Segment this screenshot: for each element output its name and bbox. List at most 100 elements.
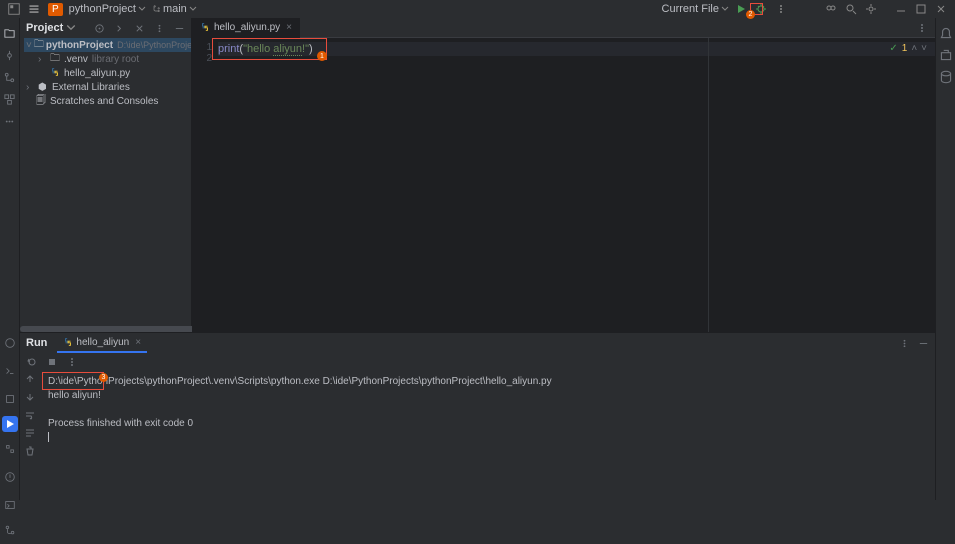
- scratch-label: Scratches and Consoles: [50, 96, 158, 107]
- minimize-icon[interactable]: [894, 2, 908, 16]
- services-icon[interactable]: [2, 391, 18, 407]
- run-config-selector[interactable]: Current File: [662, 3, 729, 15]
- warning-count: 1: [902, 42, 908, 56]
- close-window-icon[interactable]: [934, 2, 948, 16]
- tree-root-row[interactable]: ˅🗀 pythonProject D:\ide\PythonProjects\p…: [24, 38, 191, 52]
- hide-tool-icon[interactable]: [174, 23, 185, 34]
- run-tab[interactable]: hello_aliyun ×: [57, 333, 147, 353]
- run-tool-window: Run hello_aliyun ×: [20, 332, 935, 500]
- database-tool-icon[interactable]: [938, 69, 954, 85]
- clear-all-icon[interactable]: [24, 445, 36, 457]
- git-icon[interactable]: [2, 522, 18, 538]
- commit-tool-icon[interactable]: [2, 47, 18, 63]
- project-name-label: pythonProject: [69, 3, 136, 15]
- editor-tab[interactable]: hello_aliyun.py ×: [192, 18, 300, 38]
- pull-requests-icon[interactable]: [2, 69, 18, 85]
- select-opened-file-icon[interactable]: [94, 23, 105, 34]
- run-left-rail: [20, 371, 40, 500]
- editor-tabs: hello_aliyun.py ×: [192, 18, 935, 38]
- right-toolwindow-rail: [935, 18, 955, 500]
- project-tool-header: Project: [20, 18, 191, 38]
- run-tool-rail-icon[interactable]: [2, 416, 18, 432]
- stop-icon[interactable]: [46, 356, 58, 368]
- right-margin-guide: [708, 38, 709, 332]
- code-editor[interactable]: print("hello aliyun!") ✓ 1 ˄ ˅: [218, 38, 935, 332]
- title-bar: P pythonProject main Current File: [0, 0, 955, 18]
- line-number: 1: [192, 42, 212, 53]
- chevron-down-icon[interactable]: ˅: [921, 42, 927, 56]
- console-cursor: [48, 432, 49, 442]
- editor-more-icon[interactable]: [915, 21, 929, 35]
- console-command-line: D:\ide\PythonProjects\pythonProject\.ven…: [48, 375, 927, 389]
- inspection-widget[interactable]: ✓ 1 ˄ ˅: [889, 42, 927, 56]
- collapse-all-icon[interactable]: [134, 23, 145, 34]
- down-arrow-icon[interactable]: [24, 391, 36, 403]
- extlib-label: External Libraries: [52, 82, 130, 93]
- annotation-badge-2: 2: [746, 10, 755, 19]
- tree-venv-row[interactable]: ›🗀 .venv library root: [24, 52, 191, 66]
- tree-scratch-row[interactable]: 🗐 Scratches and Consoles: [24, 94, 191, 108]
- ai-assistant-icon[interactable]: [938, 47, 954, 63]
- rerun-icon[interactable]: [26, 356, 38, 368]
- search-icon[interactable]: [844, 2, 858, 16]
- scroll-to-end-icon[interactable]: [24, 427, 36, 439]
- root-label: pythonProject: [46, 40, 113, 51]
- code-with-me-icon[interactable]: [824, 2, 838, 16]
- run-tool-options-icon[interactable]: [899, 338, 910, 349]
- console-stdout-line: hello aliyun!: [48, 389, 927, 403]
- project-tree[interactable]: ˅🗀 pythonProject D:\ide\PythonProjects\p…: [20, 38, 191, 108]
- soft-wrap-icon[interactable]: [24, 409, 36, 421]
- close-icon[interactable]: ×: [135, 337, 141, 348]
- console-exit-line: Process finished with exit code 0: [48, 417, 927, 431]
- venv-label: .venv: [64, 54, 88, 65]
- editor-tab-label: hello_aliyun.py: [214, 22, 280, 33]
- tool-options-icon[interactable]: [154, 23, 165, 34]
- more-tools-icon[interactable]: [2, 113, 18, 129]
- hide-tool-icon[interactable]: [918, 338, 929, 349]
- run-config-label: Current File: [662, 3, 719, 15]
- line-number: 2: [192, 53, 212, 64]
- annotation-badge-3: 3: [99, 373, 108, 382]
- project-badge: P: [48, 3, 63, 16]
- project-name-crumb[interactable]: pythonProject: [69, 3, 146, 15]
- problems-icon[interactable]: [2, 469, 18, 485]
- terminal-icon[interactable]: [2, 497, 18, 513]
- annotation-badge-1: 1: [317, 51, 327, 61]
- run-tab-label: hello_aliyun: [76, 337, 129, 348]
- python-packages-icon[interactable]: [2, 335, 18, 351]
- annotation-box-code: [212, 38, 327, 60]
- python-console-icon[interactable]: [2, 363, 18, 379]
- root-path-label: D:\ide\PythonProjects\pythonProject: [117, 40, 191, 50]
- tree-scrollbar[interactable]: [20, 326, 198, 332]
- tree-extlib-row[interactable]: ›⬢ External Libraries: [24, 80, 191, 94]
- settings-icon[interactable]: [864, 2, 878, 16]
- check-icon: ✓: [889, 42, 897, 56]
- chevron-up-icon[interactable]: ˄: [911, 42, 917, 56]
- up-arrow-icon[interactable]: [24, 373, 36, 385]
- expand-all-icon[interactable]: [114, 23, 125, 34]
- app-logo-icon: [7, 2, 21, 16]
- structure-tool-icon[interactable]: [2, 91, 18, 107]
- hamburger-icon[interactable]: [27, 2, 41, 16]
- run-tool-title: Run: [26, 337, 47, 349]
- editor-gutter[interactable]: 1 2: [192, 38, 218, 332]
- venv-hint-label: library root: [92, 54, 139, 65]
- project-tool-icon[interactable]: [2, 25, 18, 41]
- project-tool-title: Project: [26, 22, 63, 34]
- editor-area: hello_aliyun.py × 1 2 print("hello aliyu…: [192, 18, 935, 332]
- run-toolbar: [20, 353, 935, 371]
- tree-file-row[interactable]: hello_aliyun.py: [24, 66, 191, 80]
- console-output[interactable]: D:\ide\PythonProjects\pythonProject\.ven…: [40, 371, 935, 500]
- annotation-box-output: [42, 372, 104, 390]
- maximize-icon[interactable]: [914, 2, 928, 16]
- more-actions-icon[interactable]: [774, 2, 788, 16]
- toolbar-more-icon[interactable]: [66, 356, 78, 368]
- branch-label: main: [163, 3, 187, 15]
- bottom-left-rail: [0, 332, 20, 544]
- close-icon[interactable]: ×: [286, 22, 292, 33]
- vcs-branch-crumb[interactable]: main: [150, 3, 197, 15]
- project-tool-window: Project ˅🗀 pythonProject D:\ide\Pyth: [20, 18, 192, 332]
- notifications-icon[interactable]: [938, 25, 954, 41]
- run-tool-header: Run hello_aliyun ×: [20, 333, 935, 353]
- version-control-icon[interactable]: [2, 441, 18, 457]
